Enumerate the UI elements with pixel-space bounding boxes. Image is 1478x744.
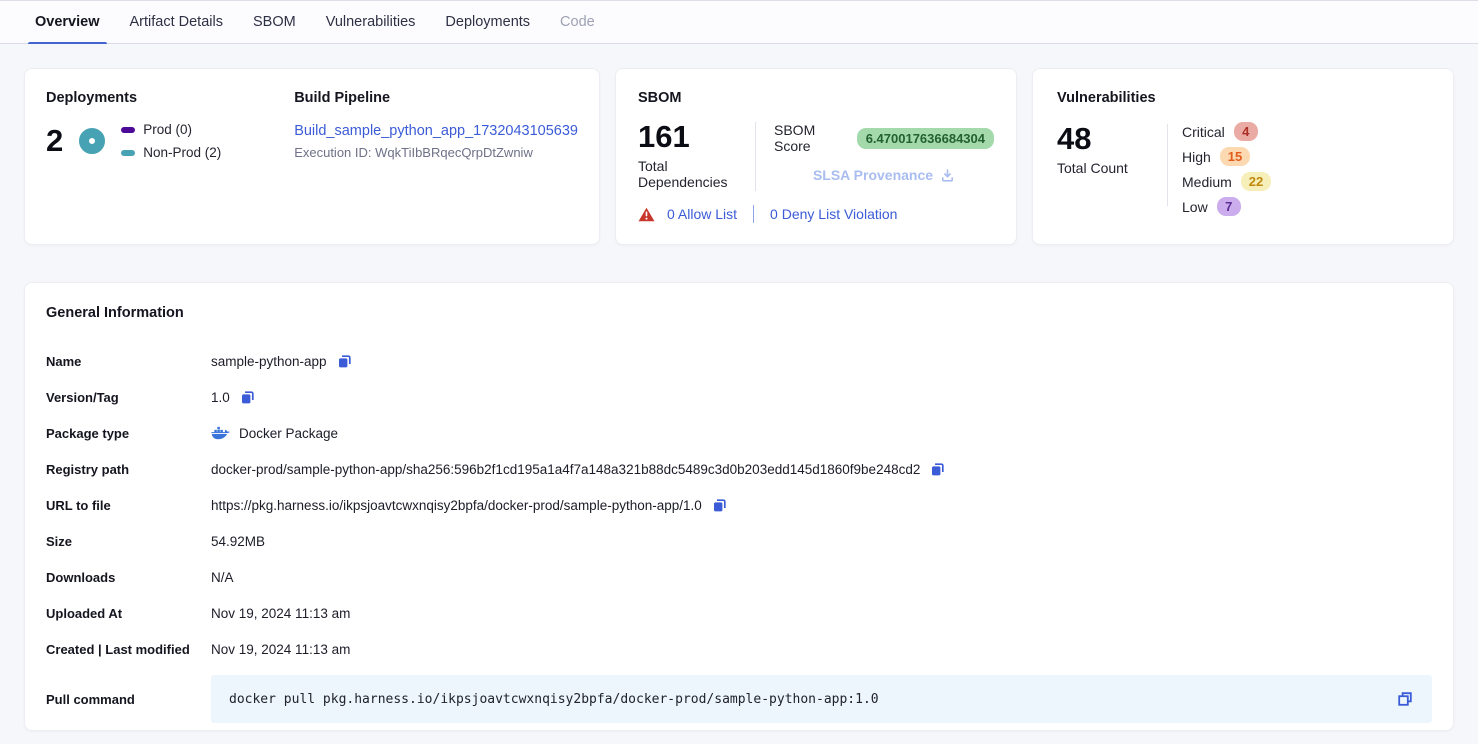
pull-command-label: Pull command xyxy=(46,692,211,707)
sbom-card: SBOM 161 Total Dependencies SBOM Score 6… xyxy=(615,68,1017,245)
package-type-value: Docker Package xyxy=(239,426,338,441)
tab-sbom[interactable]: SBOM xyxy=(250,1,299,43)
medium-count-badge: 22 xyxy=(1241,172,1271,191)
copy-icon[interactable] xyxy=(1396,690,1414,708)
uploaded-at-label: Uploaded At xyxy=(46,606,211,621)
created-modified-value: Nov 19, 2024 11:13 am xyxy=(211,642,350,657)
deployments-donut-chart xyxy=(79,128,105,154)
sbom-total-count: 161 xyxy=(638,120,755,154)
tab-code: Code xyxy=(557,1,598,43)
tab-overview[interactable]: Overview xyxy=(32,1,103,43)
size-label: Size xyxy=(46,534,211,549)
copy-icon[interactable] xyxy=(711,497,728,514)
url-to-file-value: https://pkg.harness.io/ikpsjoavtcwxnqisy… xyxy=(211,498,702,513)
tab-vulnerabilities[interactable]: Vulnerabilities xyxy=(323,1,419,43)
url-to-file-label: URL to file xyxy=(46,498,211,513)
row-downloads: Downloads N/A xyxy=(46,559,1432,595)
medium-label: Medium xyxy=(1182,174,1232,190)
allow-list-link[interactable]: 0 Allow List xyxy=(667,206,737,222)
deployments-card-title: Deployments xyxy=(46,90,274,106)
high-label: High xyxy=(1182,149,1211,165)
legend-item-nonprod: Non-Prod (2) xyxy=(121,145,221,160)
deployments-total-count: 2 xyxy=(46,124,63,158)
severity-row-low: Low 7 xyxy=(1182,197,1271,216)
deny-list-link[interactable]: 0 Deny List Violation xyxy=(770,206,897,222)
general-information-title: General Information xyxy=(46,305,1432,321)
uploaded-at-value: Nov 19, 2024 11:13 am xyxy=(211,606,350,621)
vulnerabilities-total-count: 48 xyxy=(1057,122,1167,156)
name-value: sample-python-app xyxy=(211,354,327,369)
sbom-score-label: SBOM Score xyxy=(774,122,847,154)
deployments-card: Deployments 2 Prod (0) Non-Prod (2) xyxy=(24,68,600,245)
package-type-label: Package type xyxy=(46,426,211,441)
tab-deployments[interactable]: Deployments xyxy=(442,1,533,43)
downloads-label: Downloads xyxy=(46,570,211,585)
version-label: Version/Tag xyxy=(46,390,211,405)
vulnerabilities-card: Vulnerabilities 48 Total Count Critical … xyxy=(1032,68,1454,245)
execution-id-text: Execution ID: WqkTiIbBRqecQrpDtZwniw xyxy=(294,145,578,160)
links-separator xyxy=(753,205,754,223)
vulnerabilities-total-label: Total Count xyxy=(1057,160,1167,176)
row-name: Name sample-python-app xyxy=(46,343,1432,379)
prod-swatch xyxy=(121,127,135,133)
severity-row-critical: Critical 4 xyxy=(1182,122,1271,141)
pull-command-value: docker pull pkg.harness.io/ikpsjoavtcwxn… xyxy=(229,692,879,707)
high-count-badge: 15 xyxy=(1220,147,1250,166)
build-pipeline-link[interactable]: Build_sample_python_app_1732043105639 xyxy=(294,123,578,139)
tab-bar: Overview Artifact Details SBOM Vulnerabi… xyxy=(0,0,1478,44)
build-pipeline-title: Build Pipeline xyxy=(294,90,578,106)
vulnerabilities-card-title: Vulnerabilities xyxy=(1057,90,1429,106)
version-value: 1.0 xyxy=(211,390,230,405)
overview-content: Deployments 2 Prod (0) Non-Prod (2) xyxy=(0,44,1478,731)
pull-command-box: docker pull pkg.harness.io/ikpsjoavtcwxn… xyxy=(211,675,1432,723)
sbom-total-label: Total Dependencies xyxy=(638,158,755,190)
severity-row-high: High 15 xyxy=(1182,147,1271,166)
registry-path-label: Registry path xyxy=(46,462,211,477)
critical-label: Critical xyxy=(1182,124,1225,140)
copy-icon[interactable] xyxy=(336,353,353,370)
row-size: Size 54.92MB xyxy=(46,523,1432,559)
severity-row-medium: Medium 22 xyxy=(1182,172,1271,191)
copy-icon[interactable] xyxy=(929,461,946,478)
slsa-provenance-label: SLSA Provenance xyxy=(813,167,933,183)
row-version: Version/Tag 1.0 xyxy=(46,379,1432,415)
prod-legend-label: Prod (0) xyxy=(143,122,192,137)
docker-icon xyxy=(211,426,230,441)
registry-path-value: docker-prod/sample-python-app/sha256:596… xyxy=(211,462,920,477)
copy-icon[interactable] xyxy=(239,389,256,406)
low-count-badge: 7 xyxy=(1217,197,1241,216)
slsa-provenance-link[interactable]: SLSA Provenance xyxy=(813,167,955,183)
name-label: Name xyxy=(46,354,211,369)
row-pull-command: Pull command docker pull pkg.harness.io/… xyxy=(46,675,1432,723)
sbom-score-badge: 6.470017636684304 xyxy=(857,128,994,149)
row-uploaded-at: Uploaded At Nov 19, 2024 11:13 am xyxy=(46,595,1432,631)
general-information-card: General Information Name sample-python-a… xyxy=(24,282,1454,731)
row-registry-path: Registry path docker-prod/sample-python-… xyxy=(46,451,1432,487)
row-url-to-file: URL to file https://pkg.harness.io/ikpsj… xyxy=(46,487,1432,523)
sbom-card-title: SBOM xyxy=(638,90,994,106)
download-icon xyxy=(940,168,955,183)
legend-item-prod: Prod (0) xyxy=(121,122,221,137)
size-value: 54.92MB xyxy=(211,534,265,549)
row-created-modified: Created | Last modified Nov 19, 2024 11:… xyxy=(46,631,1432,667)
critical-count-badge: 4 xyxy=(1234,122,1258,141)
downloads-value: N/A xyxy=(211,570,234,585)
nonprod-swatch xyxy=(121,150,135,156)
low-label: Low xyxy=(1182,199,1208,215)
row-package-type: Package type Docker Package xyxy=(46,415,1432,451)
tab-artifact-details[interactable]: Artifact Details xyxy=(127,1,226,43)
warning-icon xyxy=(638,207,655,222)
nonprod-legend-label: Non-Prod (2) xyxy=(143,145,221,160)
created-modified-label: Created | Last modified xyxy=(46,642,211,657)
